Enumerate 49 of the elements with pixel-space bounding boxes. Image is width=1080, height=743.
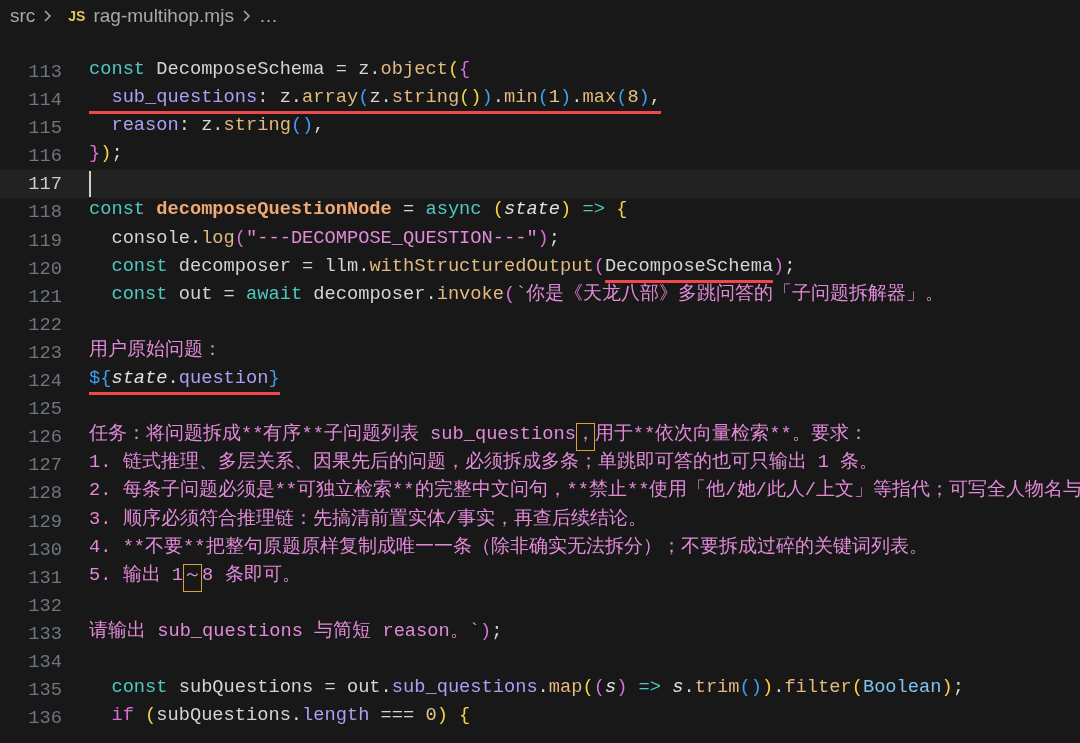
line-number: 118 [27, 200, 62, 226]
line-number: 133 [27, 621, 62, 647]
code-line: ${state.question} [89, 367, 280, 396]
line-number: 122 [27, 312, 62, 338]
code-line: }); [89, 142, 123, 167]
line-number: 136 [27, 706, 62, 732]
line-number: 125 [27, 397, 62, 423]
line-number: 115 [27, 116, 62, 142]
code-line: 请输出 sub_questions 与简短 reason。`); [89, 619, 503, 644]
code-line: 用户原始问题： [89, 338, 222, 363]
line-number: 113 [27, 60, 62, 85]
line-number: 121 [27, 284, 62, 310]
code-line: const decomposer = llm.withStructuredOutput(DecomposeSchema); [89, 254, 796, 283]
code-line: 4. **不要**把整句原题原样复制成唯一一条（除非确实无法拆分）；不要拆成过碎的关键词列表。 [89, 535, 928, 560]
line-number: 130 [27, 537, 62, 563]
code-line: if (subQuestions.length === 0) { [110, 704, 471, 729]
file-type-icon: JS [68, 5, 86, 27]
code-line: 3. 顺序必须符合推理链：先搞清前置实体/事实，再查后续结论。 [89, 507, 647, 532]
line-number: 135 [27, 678, 62, 704]
chevron-icon [241, 9, 251, 23]
line-number: 124 [27, 369, 62, 395]
breadcrumb-more[interactable]: … [258, 1, 278, 31]
line-number: 134 [27, 649, 62, 675]
code-line: 5. 输出 1～8 条即可。 [89, 563, 301, 592]
line-number: 128 [27, 481, 62, 507]
code-line: reason: z.string(), [110, 114, 325, 139]
line-number: 123 [27, 340, 62, 366]
text-cursor [89, 171, 91, 198]
code-line: const subQuestions = out.sub_questions.map((s) => s.trim()).filter(Boolean); [110, 676, 964, 701]
code-line: const out = await decomposer.invoke(`你是《天龙八部》多跳问答的「子问题拆解器」。 [110, 282, 945, 307]
line-number: 131 [27, 565, 62, 591]
code-line: 1. 链式推理、多层关系、因果先后的问题，必须拆成多条；单跳即可答的也可只输出 1 条。 [89, 451, 879, 476]
line-number: 127 [27, 453, 62, 479]
line-number: 126 [27, 425, 62, 451]
breadcrumb-folder[interactable]: src [10, 1, 36, 31]
code-line: console.log("---DECOMPOSE_QUESTION---"); [110, 226, 561, 251]
line-number: 117 [27, 172, 62, 198]
line-number: 120 [27, 256, 62, 282]
code-line: 任务：将问题拆成**有序**子问题列表 sub_questions，用于**依次向量检索**。要求： [89, 423, 868, 452]
line-number: 129 [27, 509, 62, 535]
code-line: const DecomposeSchema = z.object({ [89, 58, 471, 82]
line-number: 114 [27, 88, 62, 114]
code-line: const decomposeQuestionNode = async (state) => { [89, 198, 628, 223]
chevron-icon [43, 9, 53, 23]
breadcrumb-file[interactable]: rag-multihop.mjs [93, 1, 234, 31]
code-line: sub_questions: z.array(z.string()).min(1).max(8), [89, 86, 662, 115]
line-number: 132 [27, 593, 62, 619]
line-number: 116 [27, 144, 62, 170]
line-number: 119 [27, 228, 62, 254]
